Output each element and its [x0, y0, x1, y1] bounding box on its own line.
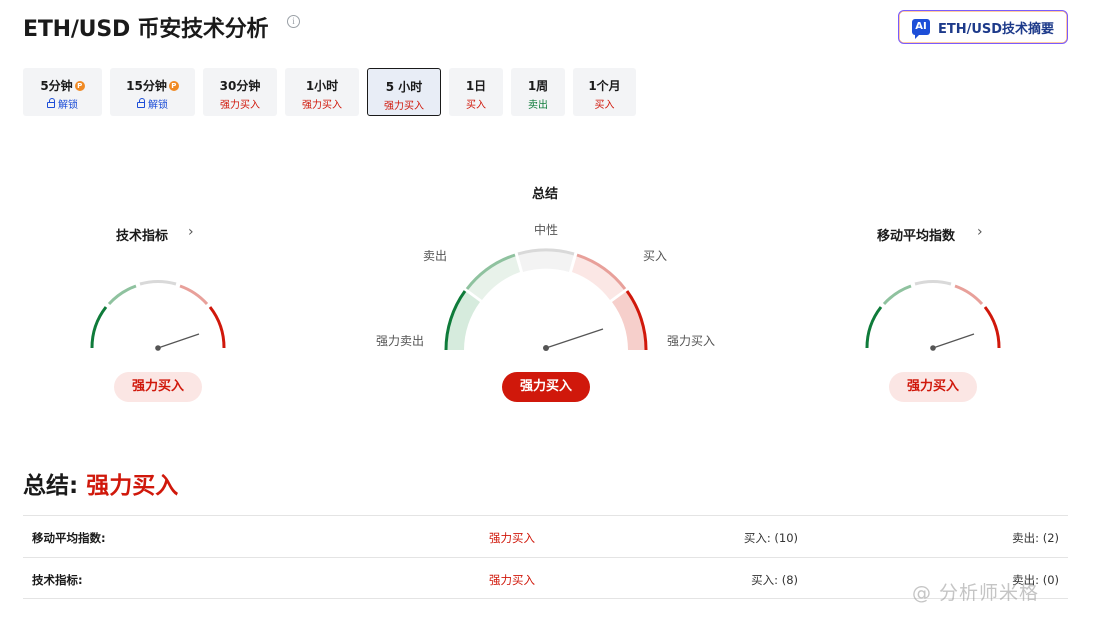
gauge-segment-strong-buy [208, 306, 226, 349]
gauge-segment-strong-sell [90, 306, 108, 349]
gauge-segment-sell [107, 284, 137, 306]
tab-5h[interactable]: 5 小时 强力买入 [367, 68, 441, 116]
tab-label: 1个月 [588, 79, 621, 93]
gauge-segment-buy [954, 284, 984, 306]
gauge-segment-strong-buy [983, 306, 1001, 349]
gauge-band-buy [572, 255, 625, 300]
gauge-needle [157, 333, 200, 349]
gauge-label-neutral: 中性 [534, 223, 559, 237]
tab-sublabel: 强力买入 [220, 100, 260, 111]
row-buy-count: 买入: (10) [743, 531, 798, 545]
tab-sublabel: 买入 [466, 100, 486, 111]
gauge-segment-buy [179, 284, 209, 306]
summary-gauge [444, 248, 648, 351]
gauge-needle [545, 328, 604, 349]
tab-label: 15分钟 [126, 79, 167, 93]
gauge-segment-strong-sell [865, 306, 883, 349]
gauge-pivot [543, 345, 549, 351]
tab-1w[interactable]: 1周 卖出 [511, 68, 565, 116]
ai-summary-label: ETH/USD技术摘要 [937, 21, 1055, 37]
chevron-right-icon[interactable]: › [977, 224, 983, 240]
tab-sublabel: 解锁 [58, 100, 78, 111]
row-name: 技术指标: [32, 573, 83, 587]
summary-gauge-title: 总结 [532, 187, 559, 202]
lock-icon [137, 98, 145, 108]
tab-sublabel: 解锁 [148, 100, 168, 111]
pro-badge-icon: P [74, 81, 85, 91]
tab-label: 1周 [527, 79, 549, 93]
page-title: ETH/USD 币安技术分析 [23, 17, 269, 42]
tab-sublabel: 卖出 [528, 100, 548, 111]
moving-averages-result-badge: 强力买入 [889, 372, 977, 402]
tab-1mo[interactable]: 1个月 买入 [573, 68, 636, 116]
technical-gauge-title[interactable]: 技术指标 [116, 225, 168, 244]
summary-result-badge: 强力买入 [502, 372, 590, 402]
row-name: 移动平均指数: [32, 531, 106, 545]
tab-1h[interactable]: 1小时 强力买入 [285, 68, 359, 116]
tab-label: 5分钟 [40, 79, 73, 93]
tab-label: 5 小时 [385, 80, 423, 94]
gauge-label-strong-buy: 强力买入 [667, 334, 716, 348]
tab-sublabel: 强力买入 [384, 101, 424, 112]
row-verdict: 强力买入 [489, 573, 535, 587]
technical-gauge [90, 279, 226, 351]
tab-label: 1小时 [305, 79, 339, 93]
moving-averages-gauge [865, 279, 1001, 351]
tab-1d[interactable]: 1日 买入 [449, 68, 503, 116]
chevron-right-icon[interactable]: › [188, 224, 194, 240]
tab-15m[interactable]: 15分钟 P 解锁 [110, 68, 195, 116]
tab-5m[interactable]: 5分钟 P 解锁 [23, 68, 102, 116]
summary-label: 总结: [23, 473, 79, 499]
row-buy-count: 买入: (8) [751, 573, 798, 587]
gauge-segment-neutral [914, 279, 952, 286]
moving-averages-gauge-title[interactable]: 移动平均指数 [877, 225, 955, 244]
technical-result-badge: 强力买入 [114, 372, 202, 402]
gauge-pivot [930, 345, 936, 351]
tab-sublabel: 买入 [594, 100, 615, 111]
tab-label: 30分钟 [219, 79, 261, 93]
watermark: @ 分析师米格 [912, 582, 1040, 604]
tab-label: 1日 [465, 79, 487, 93]
gauge-segment-neutral [139, 279, 177, 286]
row-sell-count: 卖出: (2) [1012, 531, 1059, 545]
tab-30m[interactable]: 30分钟 强力买入 [203, 68, 277, 116]
gauge-needle [932, 333, 975, 349]
tab-sublabel: 强力买入 [302, 100, 342, 111]
table-row: 移动平均指数: 强力买入 买入: (10) 卖出: (2) [23, 515, 1068, 557]
lock-icon [47, 98, 55, 108]
summary-heading: 总结: 强力买入 [23, 466, 178, 500]
info-icon[interactable]: i [287, 15, 300, 28]
summary-value: 强力买入 [86, 473, 179, 499]
ai-icon: AI [911, 19, 930, 39]
row-verdict: 强力买入 [489, 531, 535, 545]
pro-badge-icon: P [168, 81, 179, 91]
gauge-pivot [155, 345, 161, 351]
ai-summary-button[interactable]: AI ETH/USD技术摘要 [898, 10, 1068, 44]
gauge-label-strong-sell: 强力卖出 [376, 334, 425, 348]
gauge-band-sell [467, 255, 520, 300]
gauge-segment-sell [882, 284, 912, 306]
